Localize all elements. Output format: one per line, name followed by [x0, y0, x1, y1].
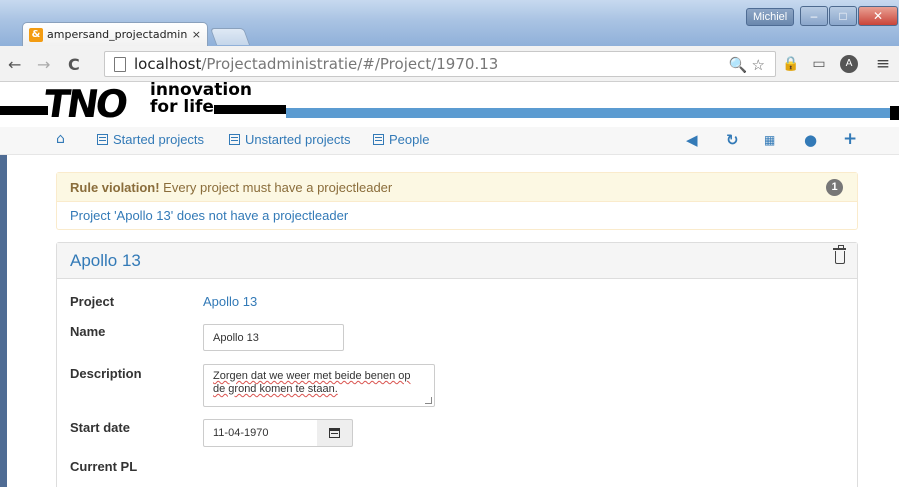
main-navbar: ⌂ Started projects Unstarted projects Pe… [0, 127, 899, 155]
current-pl-label: Current PL [70, 459, 138, 474]
start-date-input[interactable]: 11-04-1970 [203, 419, 318, 447]
user-icon[interactable]: ● [804, 131, 817, 149]
refresh-icon[interactable]: ↻ [726, 131, 739, 149]
reload-icon[interactable]: C [68, 55, 80, 74]
plus-icon[interactable]: + [843, 129, 857, 149]
logo-bar-left [0, 106, 48, 115]
panel-heading: Apollo 13 [57, 243, 857, 279]
nav-people[interactable]: People [373, 132, 429, 147]
project-panel: Apollo 13 Project Apollo 13 Name Apollo … [56, 242, 858, 487]
name-label: Name [70, 324, 106, 339]
name-input[interactable]: Apollo 13 [203, 324, 344, 351]
profile-user-badge[interactable]: Michiel [746, 8, 795, 26]
ampersand-favicon-icon: & [29, 27, 43, 42]
menu-icon[interactable]: ≡ [874, 55, 892, 73]
datepicker-button[interactable] [317, 419, 353, 447]
address-bar[interactable]: localhost/Projectadministratie/#/Project… [104, 51, 776, 77]
logo-bar-mid [214, 105, 286, 114]
description-textarea[interactable]: Zorgen dat we weer met beide benen op de… [203, 364, 435, 407]
browser-toolbar: ← → C localhost/Projectadministratie/#/P… [0, 46, 899, 82]
browser-tab[interactable]: & ampersand_projectadmini × [22, 22, 208, 46]
angular-extension-icon[interactable]: A [840, 55, 858, 73]
violation-count-badge[interactable]: 1 [826, 179, 843, 196]
description-label: Description [70, 366, 142, 381]
logo-bar-end [890, 106, 899, 120]
nav-started-projects[interactable]: Started projects [97, 132, 204, 147]
url-text[interactable]: localhost/Projectadministratie/#/Project… [134, 55, 498, 73]
forward-icon[interactable]: → [37, 55, 50, 74]
alert-heading: Rule violation! Every project must have … [57, 173, 857, 202]
browser-titlebar: & ampersand_projectadmini × Michiel – □ … [0, 0, 899, 46]
minimize-button[interactable]: – [800, 6, 828, 26]
rule-violation-alert: Rule violation! Every project must have … [56, 172, 858, 230]
tab-close-icon[interactable]: × [192, 28, 201, 41]
page-icon [114, 56, 126, 72]
new-tab-button[interactable] [209, 28, 251, 45]
alert-message[interactable]: Project 'Apollo 13' does not have a proj… [57, 202, 857, 229]
zoom-bookmark-icons[interactable]: 🔍☆ [729, 56, 769, 74]
list-icon [97, 134, 108, 145]
window-left-border [0, 155, 7, 487]
logo-bar-blue [286, 108, 892, 118]
trash-icon[interactable] [833, 245, 846, 264]
panel-title[interactable]: Apollo 13 [70, 251, 141, 270]
tab-title: ampersand_projectadmini [47, 28, 188, 41]
start-date-label: Start date [70, 420, 130, 435]
project-link[interactable]: Apollo 13 [203, 294, 257, 309]
resize-grip-icon[interactable] [425, 397, 432, 404]
list-icon [373, 134, 384, 145]
list-icon [229, 134, 240, 145]
home-icon[interactable]: ⌂ [56, 131, 65, 147]
back-icon[interactable]: ← [8, 55, 21, 74]
megaphone-icon[interactable]: ◀ [686, 131, 698, 149]
grid-icon[interactable]: ▦ [764, 133, 775, 147]
calendar-icon [329, 428, 340, 438]
app-header: TNO innovation for life [0, 82, 899, 127]
nav-unstarted-projects[interactable]: Unstarted projects [229, 132, 351, 147]
lock-extension-icon[interactable]: 🔒 [782, 55, 800, 73]
close-window-button[interactable]: ✕ [858, 6, 898, 26]
cast-icon[interactable]: ▭ [810, 55, 828, 73]
tno-logo: TNO [40, 82, 129, 126]
maximize-button[interactable]: □ [829, 6, 857, 26]
project-label: Project [70, 294, 115, 309]
